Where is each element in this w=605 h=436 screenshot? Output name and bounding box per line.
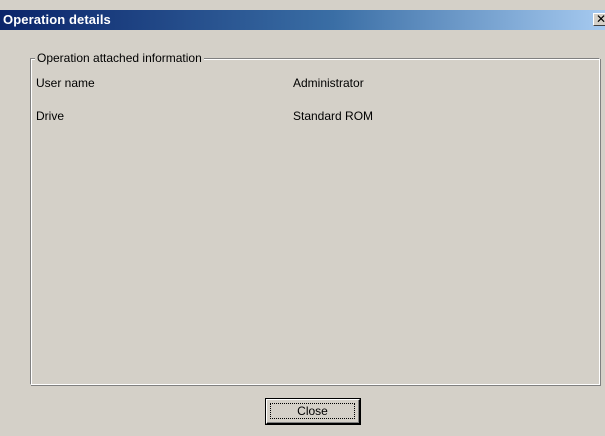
window-title: Operation details	[3, 12, 111, 27]
user-name-value: Administrator	[293, 76, 364, 90]
operation-details-dialog: Operation details ✕ Operation attached i…	[0, 0, 605, 436]
drive-value: Standard ROM	[293, 109, 374, 123]
user-name-label: User name	[36, 76, 95, 90]
close-icon[interactable]: ✕	[593, 13, 605, 26]
drive-label: Drive	[36, 109, 65, 123]
close-button-label: Close	[270, 403, 355, 419]
operation-info-groupbox	[30, 58, 600, 385]
title-bar[interactable]: Operation details ✕	[0, 10, 605, 30]
groupbox-legend: Operation attached information	[35, 51, 204, 65]
close-button[interactable]: Close	[265, 398, 361, 425]
